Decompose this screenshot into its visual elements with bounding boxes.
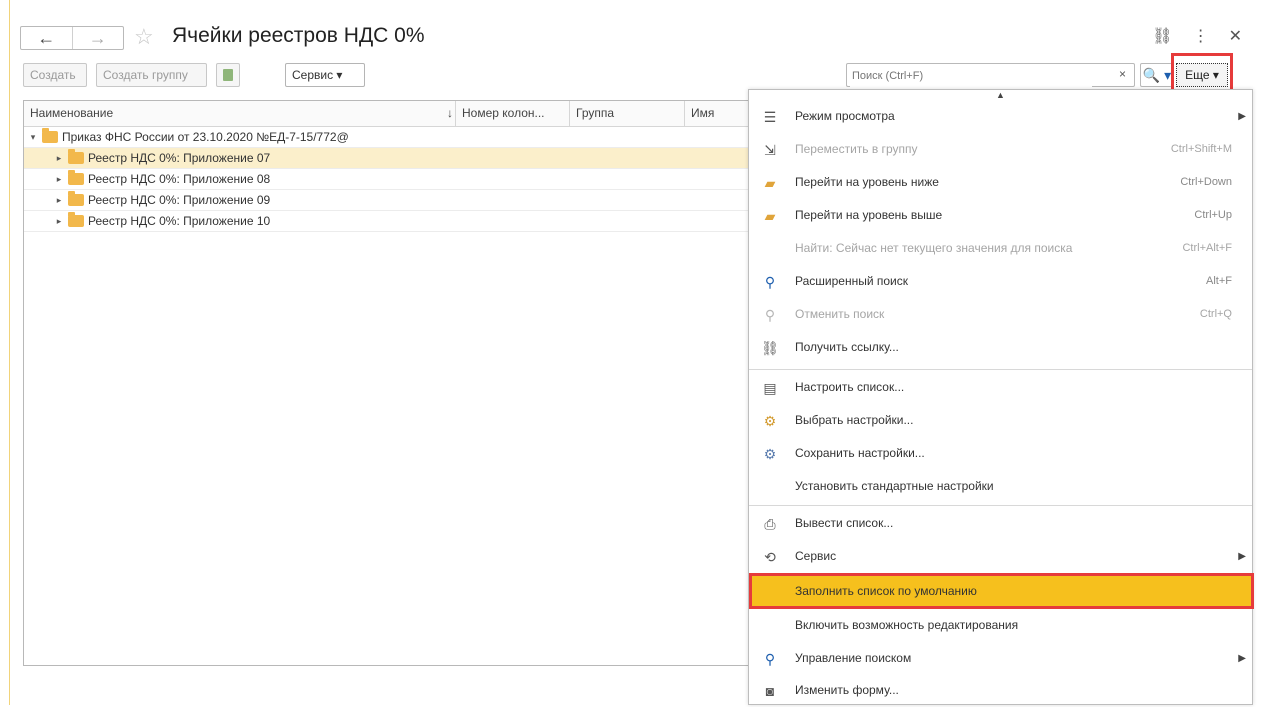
column-name-header[interactable]: Наименование — [24, 101, 464, 126]
submenu-arrow-icon: ▶ — [1238, 653, 1246, 664]
left-edge — [0, 0, 10, 705]
choose-settings-icon: ⚙ — [763, 413, 777, 429]
service-menu-button[interactable]: Сервис ▾ — [285, 63, 365, 87]
row-label: Реестр НДС 0%: Приложение 09 — [88, 193, 271, 207]
row-label: Реестр НДС 0%: Приложение 10 — [88, 214, 271, 228]
print-list-icon: ⎙ — [764, 516, 776, 532]
view-mode-icon: ☰ — [763, 109, 777, 125]
link-icon[interactable]: ⛓ — [1152, 26, 1172, 46]
search-icon: ⚲ — [764, 651, 776, 667]
submenu-arrow-icon: ▶ — [1238, 551, 1246, 562]
link-icon: ⛓ — [761, 340, 779, 356]
menu-item-level-up[interactable]: ▰ Перейти на уровень выше Ctrl+Up — [749, 199, 1254, 232]
back-button[interactable]: ← — [21, 27, 72, 49]
menu-item-service[interactable]: ⟲ Сервис ▶ — [749, 540, 1254, 573]
folder-icon — [68, 191, 84, 206]
menu-divider — [749, 369, 1252, 370]
folder-icon — [68, 212, 84, 227]
copy-icon[interactable] — [216, 63, 240, 87]
menu-item-cancel-search[interactable]: ⚲ Отменить поиск Ctrl+Q — [749, 298, 1254, 331]
window: ← → ☆ Ячейки реестров НДС 0% ⛓ ⋮ ✕ Созда… — [0, 0, 1261, 705]
cancel-search-icon: ⚲ — [764, 307, 776, 323]
search-clear-icon[interactable]: × — [1119, 67, 1126, 81]
menu-item-search-control[interactable]: ⚲ Управление поиском ▶ — [749, 642, 1254, 675]
move-to-group-icon: ⇲ — [764, 142, 776, 158]
expand-right-icon[interactable]: ▸ — [54, 148, 64, 168]
create-button[interactable]: Создать — [23, 63, 87, 87]
menu-item-level-down[interactable]: ▰ Перейти на уровень ниже Ctrl+Down — [749, 166, 1254, 199]
advanced-search-icon: ⚲ — [764, 274, 776, 290]
menu-item-view-mode[interactable]: ☰ Режим просмотра ▶ — [749, 100, 1254, 133]
menu-item-fill-default[interactable]: Заполнить список по умолчанию — [749, 573, 1254, 609]
menu-item-save-settings[interactable]: ⚙ Сохранить настройки... — [749, 437, 1254, 470]
expand-right-icon[interactable]: ▸ — [54, 211, 64, 231]
toolbar: Создать Создать группу Сервис ▾ × 🔍 ▾ Ещ… — [23, 53, 1253, 95]
table-row[interactable]: ▸ Реестр НДС 0%: Приложение 07 — [24, 148, 755, 169]
nav-buttons: ← → — [20, 26, 124, 50]
more-vertical-icon[interactable]: ⋮ — [1193, 26, 1209, 46]
folder-icon — [68, 149, 84, 164]
row-label: Приказ ФНС России от 23.10.2020 №ЕД-7-15… — [62, 130, 349, 144]
level-up-icon: ▰ — [764, 208, 776, 224]
column-group-header[interactable]: Группа — [569, 101, 684, 126]
service-icon: ⟲ — [764, 549, 776, 565]
menu-item-enable-editing[interactable]: Включить возможность редактирования — [749, 609, 1254, 642]
column-id-header[interactable]: Имя — [684, 101, 757, 126]
folder-icon — [68, 170, 84, 185]
table-row[interactable]: ▾ Приказ ФНС России от 23.10.2020 №ЕД-7-… — [24, 127, 755, 148]
menu-item-advanced-search[interactable]: ⚲ Расширенный поиск Alt+F — [749, 265, 1254, 298]
search-button[interactable]: 🔍 ▾ — [1140, 63, 1174, 87]
column-number-header[interactable]: Номер колон... — [455, 101, 569, 126]
close-icon[interactable]: ✕ — [1229, 26, 1242, 46]
menu-item-choose-settings[interactable]: ⚙ Выбрать настройки... — [749, 404, 1254, 437]
menu-item-configure-list[interactable]: ▤ Настроить список... — [749, 371, 1254, 404]
menu-item-find-current[interactable]: Найти: Сейчас нет текущего значения для … — [749, 232, 1254, 265]
row-label: Реестр НДС 0%: Приложение 07 — [88, 151, 271, 165]
menu-divider — [749, 505, 1252, 506]
menu-item-print-list[interactable]: ⎙ Вывести список... — [749, 507, 1254, 540]
forward-button[interactable]: → — [71, 27, 124, 49]
change-form-icon: ◙ — [765, 683, 775, 699]
table-row[interactable]: ▸ Реестр НДС 0%: Приложение 08 — [24, 169, 755, 190]
favorite-star-icon[interactable]: ☆ — [134, 24, 154, 50]
menu-item-get-link[interactable]: ⛓ Получить ссылку... — [749, 331, 1254, 364]
page-title: Ячейки реестров НДС 0% — [172, 24, 425, 47]
submenu-arrow-icon: ▶ — [1238, 111, 1246, 122]
table-row[interactable]: ▸ Реестр НДС 0%: Приложение 09 — [24, 190, 755, 211]
row-label: Реестр НДС 0%: Приложение 08 — [88, 172, 271, 186]
list-table: Наименование ↓ Номер колон... Группа Имя… — [23, 100, 756, 666]
menu-item-default-settings[interactable]: Установить стандартные настройки — [749, 470, 1254, 503]
window-controls: ⛓ ⋮ ✕ — [1152, 26, 1242, 46]
folder-icon — [42, 128, 58, 143]
title-bar: ← → ☆ Ячейки реестров НДС 0% ⛓ ⋮ ✕ — [20, 20, 1250, 54]
save-settings-icon: ⚙ — [763, 446, 777, 462]
table-header: Наименование ↓ Номер колон... Группа Имя — [24, 101, 755, 127]
more-dropdown-menu: ▲ ☰ Режим просмотра ▶ ⇲ Переместить в гр… — [748, 89, 1254, 707]
configure-list-icon: ▤ — [763, 380, 777, 396]
expand-right-icon[interactable]: ▸ — [54, 190, 64, 210]
create-group-button[interactable]: Создать группу — [96, 63, 207, 87]
menu-item-move-to-group[interactable]: ⇲ Переместить в группу Ctrl+Shift+M — [749, 133, 1254, 166]
level-down-icon: ▰ — [764, 175, 776, 191]
search-input[interactable] — [850, 65, 1092, 87]
menu-item-change-form[interactable]: ◙ Изменить форму... — [749, 674, 1254, 707]
search-box: × — [846, 63, 1135, 87]
expand-right-icon[interactable]: ▸ — [54, 169, 64, 189]
table-row[interactable]: ▸ Реестр НДС 0%: Приложение 10 — [24, 211, 755, 232]
expand-down-icon[interactable]: ▾ — [28, 127, 38, 147]
